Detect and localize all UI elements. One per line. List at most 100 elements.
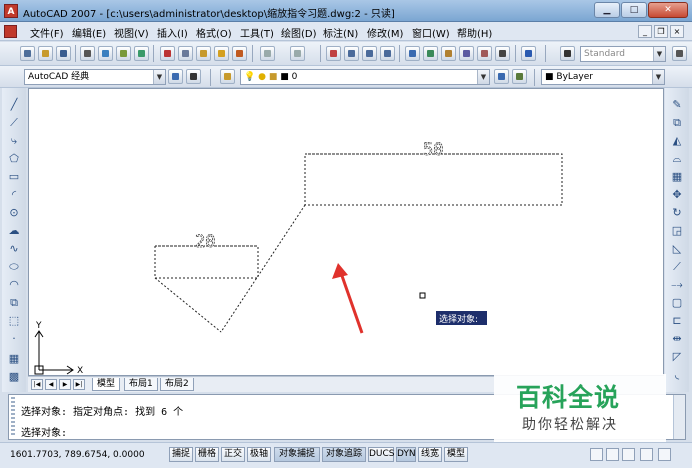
redo-icon[interactable]	[290, 46, 305, 61]
polar-toggle[interactable]: 极轴	[247, 447, 271, 462]
rectangle-icon[interactable]: ▭	[7, 170, 21, 184]
command-window-grip[interactable]	[11, 397, 15, 437]
doc-close-button[interactable]: ×	[670, 25, 684, 38]
zoom-window-icon[interactable]	[362, 46, 377, 61]
zoom-previous-icon[interactable]	[380, 46, 395, 61]
menu-format[interactable]: 格式(O)	[196, 25, 232, 40]
layer-manager-icon[interactable]	[220, 69, 235, 84]
snap-toggle[interactable]: 捕捉	[169, 447, 193, 462]
ellipse-icon[interactable]: ⬭	[7, 260, 21, 274]
rotate-icon[interactable]: ↻	[670, 206, 684, 220]
text-style-icon[interactable]	[560, 46, 575, 61]
tray-settings-icon[interactable]	[622, 448, 635, 461]
maximize-button[interactable]: □	[621, 2, 647, 18]
model-toggle[interactable]: 模型	[444, 447, 468, 462]
erase-icon[interactable]: ✎	[670, 98, 684, 112]
spline-icon[interactable]: ∿	[7, 242, 21, 256]
tab-layout2[interactable]: 布局2	[160, 378, 194, 391]
help-icon[interactable]	[521, 46, 536, 61]
drawing-canvas[interactable]: 50 20 选择对象: Y X	[28, 88, 664, 376]
doc-restore-button[interactable]: ❐	[654, 25, 668, 38]
menu-dimension[interactable]: 标注(N)	[323, 25, 358, 40]
copy-icon[interactable]	[178, 46, 193, 61]
copy-object-icon[interactable]: ⧉	[670, 116, 684, 130]
break-at-point-icon[interactable]: ▢	[670, 296, 684, 310]
close-button[interactable]: ✕	[648, 2, 688, 18]
polygon-icon[interactable]: ⬠	[7, 152, 21, 166]
print-icon[interactable]	[80, 46, 95, 61]
array-icon[interactable]: ▦	[670, 170, 684, 184]
offset-icon[interactable]: ⌓	[670, 152, 684, 166]
paste-icon[interactable]	[196, 46, 211, 61]
otrack-toggle[interactable]: 对象追踪	[322, 447, 366, 462]
cut-icon[interactable]	[160, 46, 175, 61]
doc-minimize-button[interactable]: _	[638, 25, 652, 38]
document-icon[interactable]	[4, 25, 17, 38]
chamfer-icon[interactable]: ◸	[670, 350, 684, 364]
menu-help[interactable]: 帮助(H)	[457, 25, 492, 40]
status-menu-icon[interactable]	[640, 448, 653, 461]
pan-icon[interactable]	[326, 46, 341, 61]
tab-model[interactable]: 模型	[92, 378, 121, 391]
menu-view[interactable]: 视图(V)	[114, 25, 149, 40]
last-tab-button[interactable]: ▶|	[73, 379, 85, 390]
undo-icon[interactable]	[260, 46, 275, 61]
dyn-toggle[interactable]: DYN	[396, 447, 416, 462]
workspace-settings-icon[interactable]	[168, 69, 183, 84]
hatch-icon[interactable]: ▦	[7, 352, 21, 366]
lineweight-toggle[interactable]: 线宽	[418, 447, 442, 462]
polyline-icon[interactable]: ⤷	[7, 134, 21, 148]
workspace-select[interactable]: AutoCAD 经典 ▼	[24, 69, 166, 85]
menu-draw[interactable]: 绘图(D)	[281, 25, 317, 40]
insert-block-icon[interactable]: ⧉	[7, 296, 21, 310]
publish-icon[interactable]	[116, 46, 131, 61]
arc-icon[interactable]: ◜	[7, 188, 21, 202]
new-icon[interactable]	[20, 46, 35, 61]
mirror-icon[interactable]: ◭	[670, 134, 684, 148]
command-scrollbar[interactable]	[673, 395, 685, 439]
save-workspace-icon[interactable]	[186, 69, 201, 84]
extend-icon[interactable]: ⤍	[670, 278, 684, 292]
command-prompt[interactable]: 选择对象:	[21, 424, 67, 439]
ellipse-arc-icon[interactable]: ◠	[7, 278, 21, 292]
color-select[interactable]: ■ ByLayer ▼	[541, 69, 665, 85]
prev-tab-button[interactable]: ◀	[45, 379, 57, 390]
design-center-icon[interactable]	[423, 46, 438, 61]
join-icon[interactable]: ⇹	[670, 332, 684, 346]
communication-center-icon[interactable]	[606, 448, 619, 461]
revision-cloud-icon[interactable]: ☁	[7, 224, 21, 238]
ortho-toggle[interactable]: 正交	[221, 447, 245, 462]
menu-modify[interactable]: 修改(M)	[367, 25, 403, 40]
stretch-icon[interactable]: ◺	[670, 242, 684, 256]
make-object-layer-current-icon[interactable]	[494, 69, 509, 84]
menu-insert[interactable]: 插入(I)	[157, 25, 188, 40]
dim-style-icon[interactable]	[672, 46, 687, 61]
sheet-set-icon[interactable]	[459, 46, 474, 61]
scale-icon[interactable]: ◲	[670, 224, 684, 238]
clean-screen-icon[interactable]	[658, 448, 671, 461]
menu-tools[interactable]: 工具(T)	[240, 25, 274, 40]
preview-icon[interactable]	[98, 46, 113, 61]
text-style-select[interactable]: Standard ▼	[580, 46, 666, 62]
make-block-icon[interactable]: ⬚	[7, 314, 21, 328]
trim-icon[interactable]: ⟋	[670, 260, 684, 274]
construction-line-icon[interactable]: ⟋	[7, 116, 21, 130]
fillet-icon[interactable]: ◟	[670, 368, 684, 382]
open-icon[interactable]	[38, 46, 53, 61]
menu-window[interactable]: 窗口(W)	[412, 25, 450, 40]
etransmit-icon[interactable]	[134, 46, 149, 61]
move-icon[interactable]: ✥	[670, 188, 684, 202]
quickcalc-icon[interactable]	[495, 46, 510, 61]
tab-layout1[interactable]: 布局1	[124, 378, 158, 391]
lock-icon[interactable]	[590, 448, 603, 461]
ducs-toggle[interactable]: DUCS	[368, 447, 395, 462]
tool-palettes-icon[interactable]	[441, 46, 456, 61]
layer-select[interactable]: 💡 ● ■ ■ 0 ▼	[240, 69, 490, 85]
save-icon[interactable]	[56, 46, 71, 61]
menu-edit[interactable]: 编辑(E)	[72, 25, 106, 40]
block-editor-icon[interactable]	[232, 46, 247, 61]
osnap-toggle[interactable]: 对象捕捉	[274, 447, 320, 462]
next-tab-button[interactable]: ▶	[59, 379, 71, 390]
zoom-realtime-icon[interactable]	[344, 46, 359, 61]
markup-icon[interactable]	[477, 46, 492, 61]
